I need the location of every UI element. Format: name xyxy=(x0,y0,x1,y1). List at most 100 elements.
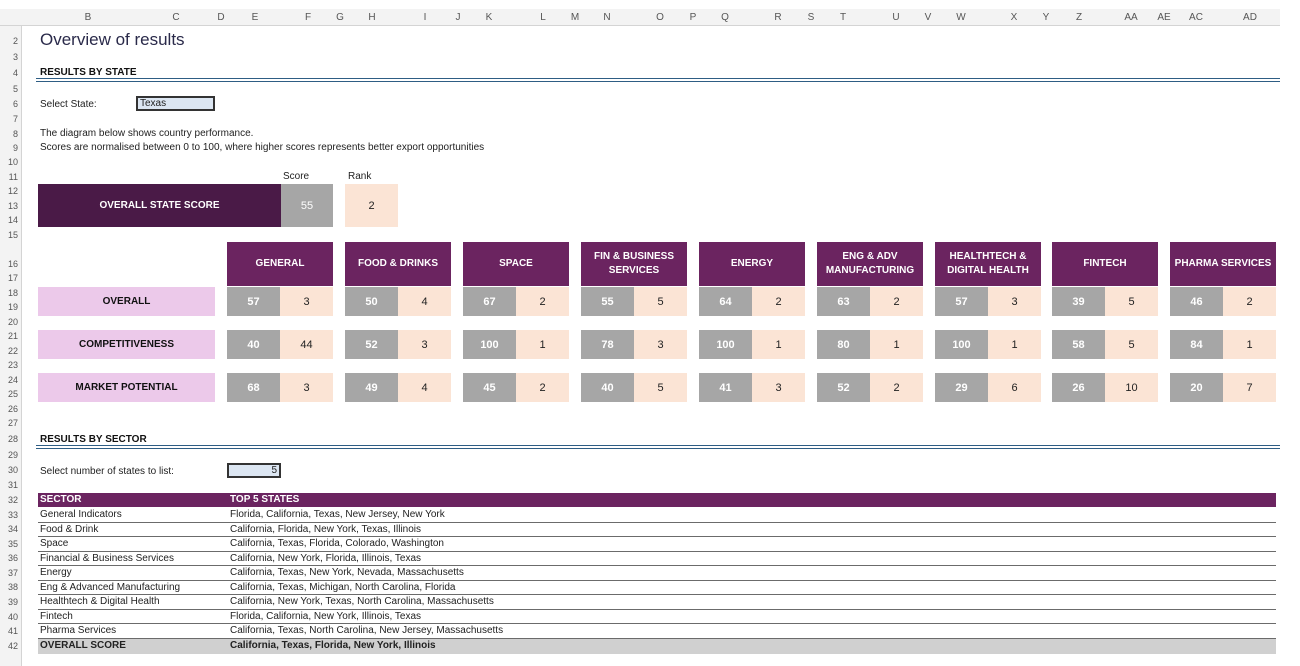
row-header[interactable]: 26 xyxy=(8,404,18,414)
row-header[interactable]: 22 xyxy=(8,346,18,356)
row-header[interactable]: 8 xyxy=(13,129,18,139)
column-header[interactable]: K xyxy=(486,12,493,23)
column-header[interactable]: AC xyxy=(1189,12,1203,23)
row-header[interactable]: 2 xyxy=(13,36,18,46)
score-cell[interactable]: 49 xyxy=(345,373,398,402)
column-header[interactable]: AA xyxy=(1124,12,1137,23)
rank-cell[interactable]: 2 xyxy=(516,373,569,402)
row-header[interactable]: 39 xyxy=(8,597,18,607)
score-cell[interactable]: 45 xyxy=(463,373,516,402)
row-header[interactable]: 29 xyxy=(8,450,18,460)
table-row[interactable]: General Indicators Florida, California, T… xyxy=(38,508,1276,523)
score-cell[interactable]: 80 xyxy=(817,330,870,359)
row-header[interactable]: 35 xyxy=(8,539,18,549)
column-header[interactable]: B xyxy=(85,12,92,23)
table-row[interactable]: Fintech Florida, California, New York, Il… xyxy=(38,610,1276,625)
row-header[interactable]: 17 xyxy=(8,273,18,283)
score-cell[interactable]: 67 xyxy=(463,287,516,316)
score-cell[interactable]: 52 xyxy=(817,373,870,402)
rank-cell[interactable]: 3 xyxy=(988,287,1041,316)
row-header[interactable]: 19 xyxy=(8,302,18,312)
score-cell[interactable]: 100 xyxy=(463,330,516,359)
score-cell[interactable]: 50 xyxy=(345,287,398,316)
score-cell[interactable]: 100 xyxy=(699,330,752,359)
row-header[interactable]: 31 xyxy=(8,480,18,490)
table-row[interactable]: Space California, Texas, Florida, Colorad… xyxy=(38,537,1276,552)
row-header[interactable]: 4 xyxy=(13,68,18,78)
score-cell[interactable]: 55 xyxy=(581,287,634,316)
rank-cell[interactable]: 3 xyxy=(280,373,333,402)
rank-cell[interactable]: 7 xyxy=(1223,373,1276,402)
row-header[interactable]: 30 xyxy=(8,465,18,475)
rank-cell[interactable]: 2 xyxy=(870,373,923,402)
row-header[interactable]: 34 xyxy=(8,524,18,534)
row-header[interactable]: 10 xyxy=(8,157,18,167)
table-row[interactable]: Healthtech & Digital Health California, N… xyxy=(38,595,1276,610)
row-header[interactable]: 15 xyxy=(8,230,18,240)
score-cell[interactable]: 84 xyxy=(1170,330,1223,359)
row-header[interactable]: 5 xyxy=(13,84,18,94)
column-header[interactable]: U xyxy=(892,12,899,23)
column-header[interactable]: L xyxy=(540,12,546,23)
column-header[interactable]: Q xyxy=(721,12,729,23)
row-header[interactable]: 16 xyxy=(8,259,18,269)
row-header[interactable]: 14 xyxy=(8,215,18,225)
score-cell[interactable]: 40 xyxy=(227,330,280,359)
column-header[interactable]: AE xyxy=(1157,12,1170,23)
rank-cell[interactable]: 4 xyxy=(398,373,451,402)
row-header[interactable]: 11 xyxy=(9,172,18,182)
score-cell[interactable]: 39 xyxy=(1052,287,1105,316)
row-header[interactable]: 6 xyxy=(13,99,18,109)
state-select-cell[interactable]: Texas xyxy=(136,96,215,111)
table-row[interactable]: Eng & Advanced Manufacturing California, … xyxy=(38,581,1276,596)
table-row[interactable]: Financial & Business Services California,… xyxy=(38,552,1276,567)
row-header[interactable]: 25 xyxy=(8,389,18,399)
row-header[interactable]: 7 xyxy=(13,114,18,124)
column-header[interactable]: O xyxy=(656,12,664,23)
column-header[interactable]: Y xyxy=(1043,12,1050,23)
row-header[interactable]: 20 xyxy=(8,317,18,327)
column-header[interactable]: E xyxy=(252,12,259,23)
table-row[interactable]: Pharma Services California, Texas, North … xyxy=(38,624,1276,639)
num-states-input[interactable]: 5 xyxy=(227,463,281,478)
row-header[interactable]: 21 xyxy=(8,331,18,341)
score-cell[interactable]: 29 xyxy=(935,373,988,402)
column-header[interactable]: H xyxy=(368,12,375,23)
row-header[interactable]: 18 xyxy=(8,288,18,298)
score-cell[interactable]: 63 xyxy=(817,287,870,316)
score-cell[interactable]: 68 xyxy=(227,373,280,402)
overall-state-score-value[interactable]: 55 xyxy=(281,184,333,227)
rank-cell[interactable]: 2 xyxy=(752,287,805,316)
score-cell[interactable]: 58 xyxy=(1052,330,1105,359)
score-cell[interactable]: 78 xyxy=(581,330,634,359)
score-cell[interactable]: 57 xyxy=(935,287,988,316)
row-header[interactable]: 40 xyxy=(8,612,18,622)
row-header[interactable]: 38 xyxy=(8,582,18,592)
column-header[interactable]: I xyxy=(424,12,427,23)
rank-cell[interactable]: 1 xyxy=(1223,330,1276,359)
score-cell[interactable]: 52 xyxy=(345,330,398,359)
column-header[interactable]: W xyxy=(956,12,965,23)
rank-cell[interactable]: 4 xyxy=(398,287,451,316)
column-header[interactable]: R xyxy=(774,12,781,23)
rank-cell[interactable]: 10 xyxy=(1105,373,1158,402)
rank-cell[interactable]: 5 xyxy=(1105,287,1158,316)
score-cell[interactable]: 57 xyxy=(227,287,280,316)
rank-cell[interactable]: 44 xyxy=(280,330,333,359)
row-header[interactable]: 3 xyxy=(13,52,18,62)
column-header[interactable]: G xyxy=(336,12,344,23)
column-header[interactable]: N xyxy=(603,12,610,23)
column-header[interactable]: P xyxy=(690,12,697,23)
rank-cell[interactable]: 2 xyxy=(1223,287,1276,316)
column-header[interactable]: T xyxy=(840,12,846,23)
column-header[interactable]: V xyxy=(925,12,932,23)
rank-cell[interactable]: 2 xyxy=(870,287,923,316)
overall-state-rank-value[interactable]: 2 xyxy=(345,184,398,227)
overall-score-row[interactable]: OVERALL SCORE California, Texas, Florida… xyxy=(38,639,1276,654)
score-cell[interactable]: 26 xyxy=(1052,373,1105,402)
rank-cell[interactable]: 3 xyxy=(280,287,333,316)
column-header[interactable]: C xyxy=(172,12,179,23)
rank-cell[interactable]: 1 xyxy=(988,330,1041,359)
row-header[interactable]: 9 xyxy=(13,143,18,153)
rank-cell[interactable]: 3 xyxy=(634,330,687,359)
